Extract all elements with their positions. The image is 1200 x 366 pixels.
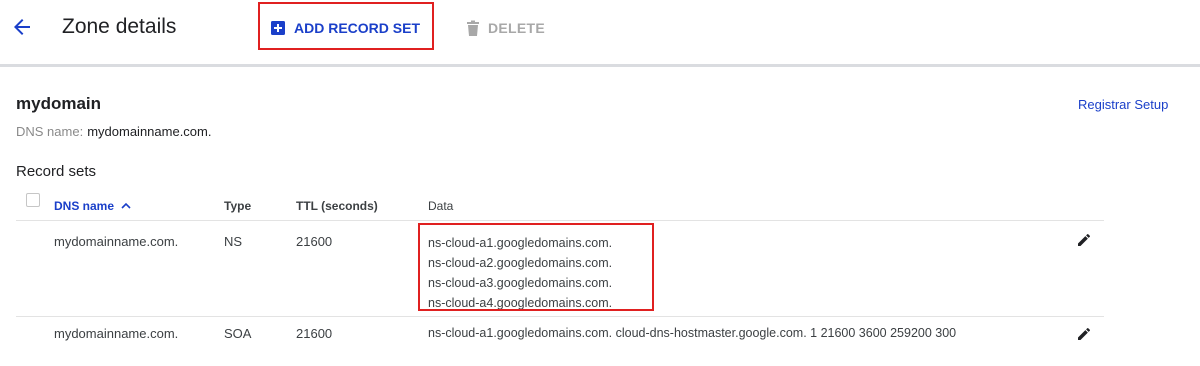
column-header-dns-name[interactable]: DNS name bbox=[54, 199, 131, 213]
dns-name-row: DNS name: mydomainname.com. bbox=[16, 124, 211, 139]
add-box-icon bbox=[271, 21, 285, 35]
sort-ascending-icon bbox=[121, 202, 131, 209]
add-record-set-label: ADD RECORD SET bbox=[294, 20, 421, 36]
dns-name-value: mydomainname.com. bbox=[87, 124, 212, 139]
row-1-type: NS bbox=[224, 234, 243, 249]
add-record-set-button[interactable]: ADD RECORD SET bbox=[270, 18, 420, 38]
pencil-icon bbox=[1078, 233, 1090, 246]
dns-name-label: DNS name: bbox=[16, 124, 84, 139]
row-1-ttl: 21600 bbox=[296, 234, 333, 249]
zone-name: mydomain bbox=[16, 94, 102, 113]
top-bar: Zone details ADD RECORD SET DELETE bbox=[0, 0, 1200, 64]
row-divider bbox=[16, 316, 1104, 317]
row-2-data: ns-cloud-a1.googledomains.com. cloud-dns… bbox=[428, 326, 957, 340]
column-header-dns-name-label: DNS name bbox=[54, 199, 115, 213]
back-button[interactable] bbox=[10, 15, 34, 39]
column-header-data: Data bbox=[428, 199, 454, 213]
row-2-edit-button[interactable] bbox=[1076, 326, 1092, 342]
row-1-dns-name: mydomainname.com. bbox=[54, 234, 179, 249]
delete-button[interactable]: DELETE bbox=[466, 18, 545, 38]
arrow-back-icon bbox=[14, 19, 30, 35]
highlight-box-ns-data bbox=[418, 223, 654, 311]
page-title: Zone details bbox=[62, 15, 177, 38]
table-header-divider bbox=[16, 220, 1104, 221]
header-divider bbox=[0, 64, 1200, 67]
row-2-type: SOA bbox=[224, 326, 252, 341]
select-all-checkbox[interactable] bbox=[26, 193, 40, 207]
registrar-setup-link[interactable]: Registrar Setup bbox=[1078, 97, 1168, 112]
trash-icon bbox=[467, 20, 479, 36]
column-header-type[interactable]: Type bbox=[224, 199, 251, 213]
row-1-edit-button[interactable] bbox=[1076, 232, 1092, 248]
delete-label: DELETE bbox=[488, 20, 546, 36]
pencil-icon bbox=[1078, 327, 1090, 340]
row-2-ttl: 21600 bbox=[296, 326, 333, 341]
column-header-ttl[interactable]: TTL (seconds) bbox=[296, 199, 378, 213]
row-2-dns-name: mydomainname.com. bbox=[54, 326, 179, 341]
record-sets-title: Record sets bbox=[16, 163, 97, 180]
